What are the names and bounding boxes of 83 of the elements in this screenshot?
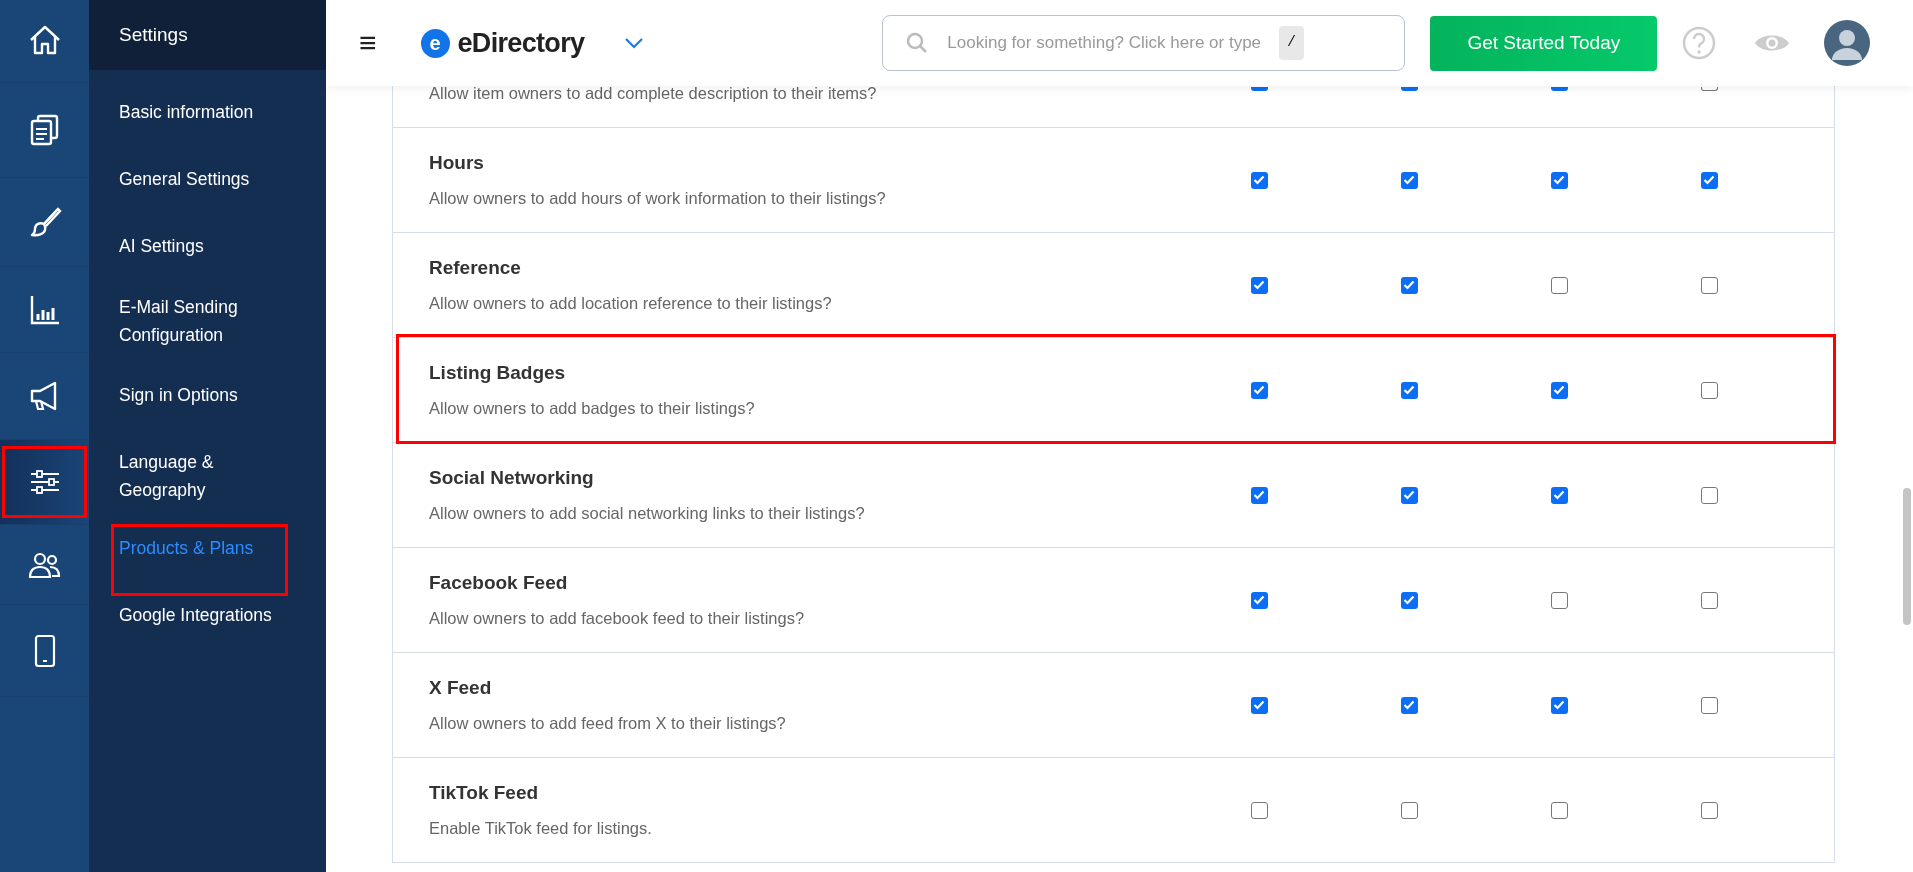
checkbox[interactable]	[1400, 171, 1418, 189]
submenu-item[interactable]: Google Integrations	[119, 601, 272, 629]
feature-title: Listing Badges	[429, 361, 567, 386]
checkmark-icon	[1403, 175, 1415, 185]
feature-description: Allow owners to add location reference to their listings?	[429, 292, 833, 314]
checkmark-icon	[1403, 280, 1415, 290]
search-field[interactable]: Looking for something? Click here or type /	[882, 15, 1406, 71]
feature-description: Allow owners to add social networking links to their listings?	[429, 502, 866, 524]
checkbox[interactable]	[1550, 486, 1568, 504]
feature-title: Social Networking	[429, 466, 595, 491]
submenu-item[interactable]: AI Settings	[119, 232, 204, 260]
feature-title: Facebook Feed	[429, 571, 569, 596]
checkbox[interactable]	[1250, 801, 1268, 819]
checkmark-icon	[1553, 385, 1565, 395]
checkbox[interactable]	[1550, 381, 1568, 399]
checkmark-icon	[1553, 490, 1565, 500]
checkmark-icon	[1253, 595, 1265, 605]
checkmark-icon	[1703, 175, 1715, 185]
chevron-down-icon[interactable]	[624, 37, 645, 49]
checkbox[interactable]	[1550, 87, 1568, 91]
brand-name: eDirectory	[457, 26, 585, 60]
checkmark-icon	[1253, 700, 1265, 710]
checkmark-icon	[1553, 700, 1565, 710]
checkbox[interactable]	[1550, 276, 1568, 294]
checkmark-icon	[1253, 280, 1265, 290]
checkbox[interactable]	[1700, 696, 1718, 714]
checkbox[interactable]	[1400, 381, 1418, 399]
checkbox[interactable]	[1250, 486, 1268, 504]
feature-title: Reference	[429, 256, 522, 281]
feature-title: TikTok Feed	[429, 781, 540, 806]
feature-description: Allow owners to add hours of work information to their listings?	[429, 187, 887, 209]
checkbox[interactable]	[1700, 801, 1718, 819]
feature-description: Allow owners to add feed from X to their listings?	[429, 712, 787, 734]
checkmark-icon	[1553, 175, 1565, 185]
submenu-item[interactable]: General Settings	[119, 165, 250, 193]
checkmark-icon	[1403, 595, 1415, 605]
checkbox[interactable]	[1550, 696, 1568, 714]
sidebar-title: Settings	[119, 22, 188, 47]
scrollbar[interactable]	[1903, 488, 1911, 625]
menu-icon[interactable]: ≡	[359, 28, 377, 58]
checkbox[interactable]	[1700, 276, 1718, 294]
checkbox[interactable]	[1250, 87, 1268, 91]
submenu-item[interactable]: Basic information	[119, 98, 254, 126]
checkbox[interactable]	[1250, 276, 1268, 294]
checkbox[interactable]	[1550, 171, 1568, 189]
checkbox[interactable]	[1700, 87, 1718, 91]
submenu-item[interactable]: Sign in Options	[119, 381, 238, 409]
feature-title: X Feed	[429, 676, 493, 701]
checkbox[interactable]	[1550, 801, 1568, 819]
checkbox[interactable]	[1250, 591, 1268, 609]
logo-icon: e	[420, 28, 450, 58]
checkbox[interactable]	[1400, 801, 1418, 819]
feature-description: Enable TikTok feed for listings.	[429, 817, 653, 839]
rail-item[interactable]	[0, 440, 89, 525]
submenu-item[interactable]: Products & Plans	[119, 534, 254, 562]
checkbox[interactable]	[1700, 381, 1718, 399]
checkbox[interactable]	[1400, 591, 1418, 609]
feature-description: Allow item owners to add complete description to their items?	[429, 82, 878, 104]
checkmark-icon	[1403, 700, 1415, 710]
checkbox[interactable]	[1700, 171, 1718, 189]
feature-title: Hours	[429, 151, 485, 176]
submenu-item[interactable]: Language & Geography	[119, 448, 296, 504]
checkmark-icon	[1253, 175, 1265, 185]
checkbox[interactable]	[1250, 381, 1268, 399]
checkmark-icon	[1403, 385, 1415, 395]
checkbox[interactable]	[1250, 696, 1268, 714]
feature-description: Allow owners to add facebook feed to their listings?	[429, 607, 806, 629]
checkmark-icon	[1253, 385, 1265, 395]
checkbox[interactable]	[1400, 696, 1418, 714]
submenu-item[interactable]: E-Mail Sending Configuration	[119, 293, 296, 349]
checkbox[interactable]	[1700, 486, 1718, 504]
checkmark-icon	[1253, 490, 1265, 500]
feature-description: Allow owners to add badges to their listings?	[429, 397, 756, 419]
checkbox[interactable]	[1250, 171, 1268, 189]
checkbox[interactable]	[1550, 591, 1568, 609]
checkbox[interactable]	[1700, 591, 1718, 609]
search-placeholder: Looking for something? Click here or type	[947, 32, 1262, 55]
checkmark-icon	[1403, 490, 1415, 500]
checkbox[interactable]	[1400, 486, 1418, 504]
shortcut-key: /	[1279, 25, 1305, 61]
checkbox[interactable]	[1400, 87, 1418, 91]
avatar[interactable]	[1824, 20, 1871, 66]
checkbox[interactable]	[1400, 276, 1418, 294]
